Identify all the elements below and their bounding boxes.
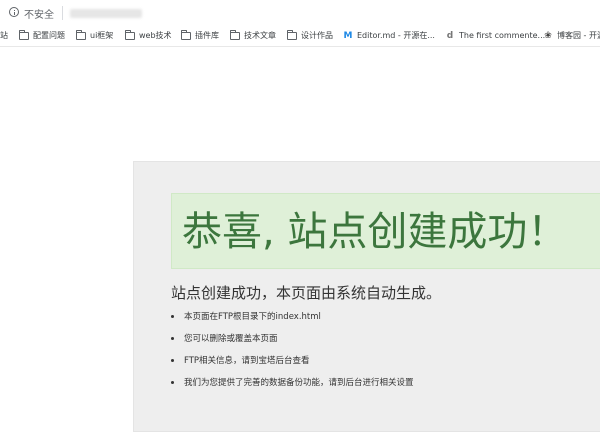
folder-icon	[181, 30, 191, 40]
bookmark-label: web技术	[139, 31, 172, 40]
bookmark-folder[interactable]: 设计作品	[287, 29, 333, 43]
bullet-dot	[171, 337, 174, 340]
list-item-text: 您可以删除或覆盖本页面	[184, 334, 278, 344]
folder-icon	[230, 30, 240, 40]
bookmark-site[interactable]: M Editor.md - 开源在...	[343, 29, 435, 43]
list-item-text: FTP相关信息，请到宝塔后台查看	[184, 356, 310, 366]
bookmarks-bar: 站 配置问题 ui框架 web技术 插件库 技术文章 设计作品 M Editor…	[0, 26, 600, 47]
bookmark-label: 博客园 - 开源	[557, 31, 600, 40]
list-item: 我们为您提供了完善的数据备份功能，请到后台进行相关设置	[171, 377, 414, 399]
bookmark-label: 站	[0, 31, 8, 40]
comment-site-icon: d	[446, 31, 454, 41]
bullet-dot	[171, 315, 174, 318]
address-separator	[62, 6, 63, 20]
editor-md-icon: M	[343, 31, 353, 41]
folder-icon	[76, 30, 86, 40]
bookmark-label: ui框架	[90, 31, 114, 40]
bookmark-site[interactable]: d The first commente...	[445, 29, 545, 43]
bookmark-label: The first commente...	[459, 31, 546, 40]
bookmark-folder[interactable]: 技术文章	[230, 29, 276, 43]
list-item-text: 本页面在FTP根目录下的index.html	[184, 312, 321, 322]
list-item-text: 我们为您提供了完善的数据备份功能，请到后台进行相关设置	[184, 378, 414, 388]
bookmark-folder[interactable]: 插件库	[181, 29, 219, 43]
bookmark-site[interactable]: ❀ 博客园 - 开源	[543, 29, 600, 43]
success-banner: 恭喜, 站点创建成功！	[171, 193, 600, 269]
sub-heading: 站点创建成功，本页面由系统自动生成。	[171, 284, 442, 302]
banner-title: 恭喜, 站点创建成功！	[182, 209, 568, 255]
bookmark-label: 插件库	[195, 31, 219, 40]
folder-icon	[19, 30, 29, 40]
folder-icon	[125, 30, 135, 40]
bookmark-folder[interactable]: 配置问题	[19, 29, 65, 43]
bookmark-folder[interactable]: ui框架	[76, 29, 113, 43]
info-list: 本页面在FTP根目录下的index.html 您可以删除或覆盖本页面 FTP相关…	[171, 311, 414, 399]
list-item: 您可以删除或覆盖本页面	[171, 333, 414, 355]
info-icon[interactable]	[9, 7, 19, 17]
bookmark-label: 技术文章	[244, 31, 276, 40]
bookmark-label: 设计作品	[301, 31, 333, 40]
folder-icon	[287, 30, 297, 40]
bullet-dot	[171, 381, 174, 384]
bullet-dot	[171, 359, 174, 362]
bookmark-folder[interactable]: web技术	[125, 29, 172, 43]
list-item: FTP相关信息，请到宝塔后台查看	[171, 355, 414, 377]
bookmark-item[interactable]: 站	[0, 29, 8, 43]
bookmark-label: 配置问题	[33, 31, 65, 40]
url-text-blurred[interactable]	[70, 9, 142, 18]
security-label[interactable]: 不安全	[24, 6, 54, 21]
bookmark-label: Editor.md - 开源在...	[357, 31, 435, 40]
list-item: 本页面在FTP根目录下的index.html	[171, 311, 414, 333]
address-bar[interactable]: 不安全	[0, 0, 600, 26]
cnblogs-icon: ❀	[544, 31, 552, 41]
